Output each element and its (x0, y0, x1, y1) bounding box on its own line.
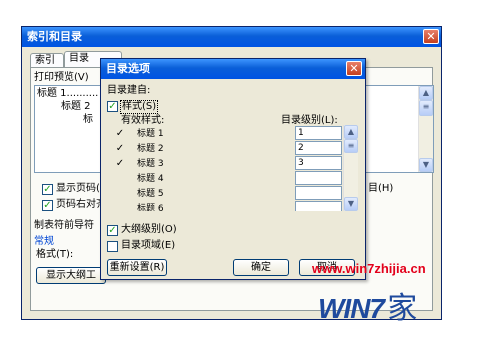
styles-checkbox-label: 样式(S) (120, 100, 159, 114)
style-name: 标题 2 (137, 144, 164, 154)
check-icon: ✓ (115, 143, 125, 154)
ok-button[interactable]: 确定 (233, 259, 289, 276)
outline-levels-checkbox[interactable]: ✓ (107, 225, 118, 236)
reset-button[interactable]: 重新设置(R) (107, 259, 167, 276)
format-label: 格式(T): (36, 249, 74, 260)
preview-line-2: 标题 2 (61, 101, 91, 112)
print-preview-label: 打印预览(V) (34, 72, 89, 83)
style-row[interactable]: ✓ 标题 1 (115, 127, 295, 141)
watermark-logo: WIN7 家 (318, 283, 417, 327)
preview-line-3: 标 (83, 114, 93, 125)
scroll-up-icon[interactable]: ▲ (344, 125, 358, 139)
watermark-home-glyph: 家 (387, 291, 418, 326)
styles-scrollbar[interactable]: ▲ ≡ ▼ (343, 125, 358, 211)
styles-checkbox[interactable]: ✓ (107, 101, 118, 112)
dialog-title: 索引和目录 (22, 27, 441, 47)
general-section-label: 常规 (34, 236, 54, 247)
scroll-down-icon[interactable]: ▼ (344, 197, 358, 211)
toc-entry-fields-checkbox[interactable]: ✓ (107, 241, 118, 252)
watermark-url: www.win7zhijia.cn (312, 261, 426, 276)
outline-levels-label: 大纲级别(O) (121, 224, 177, 235)
tab-index[interactable]: 索引(X) (30, 53, 64, 79)
scroll-up-icon[interactable]: ▲ (419, 86, 433, 100)
options-close-icon[interactable]: ✕ (346, 61, 362, 76)
right-align-checkbox[interactable]: ✓ (42, 200, 53, 211)
show-outline-toolbar-button[interactable]: 显示大纲工 (36, 267, 106, 284)
style-row[interactable]: 标题 6 (115, 202, 295, 211)
level-input-2[interactable]: 2 (295, 141, 342, 155)
style-name: 标题 6 (137, 204, 164, 211)
toc-entry-fields-label: 目录项域(E) (121, 240, 176, 251)
style-name: 标题 1 (137, 129, 164, 139)
scroll-down-icon[interactable]: ▼ (419, 158, 433, 172)
close-icon[interactable]: ✕ (423, 29, 439, 44)
style-name: 标题 4 (137, 174, 164, 184)
toc-options-dialog: 目录选项 ✕ 目录建自: ✓ 样式(S) 有效样式: 目录级别(L): ✓ 标题… (100, 58, 366, 280)
preview-line-1: 标题 1.......... (37, 88, 99, 99)
level-input-4[interactable] (295, 171, 342, 185)
style-name: 标题 5 (137, 189, 164, 199)
level-input-3[interactable]: 3 (295, 156, 342, 170)
style-row[interactable]: 标题 5 (115, 187, 295, 201)
scroll-thumb[interactable]: ≡ (344, 139, 358, 153)
options-dialog-title: 目录选项 (101, 59, 365, 79)
scroll-thumb[interactable]: ≡ (419, 100, 433, 116)
show-page-numbers-checkbox[interactable]: ✓ (42, 184, 53, 195)
level-input-5[interactable] (295, 186, 342, 200)
style-row[interactable]: ✓ 标题 2 (115, 142, 295, 156)
show-page-numbers-label: 显示页码( (56, 183, 100, 194)
watermark-win7-text: WIN7 (318, 293, 385, 324)
level-input-6[interactable] (295, 201, 342, 211)
style-row[interactable]: 标题 4 (115, 172, 295, 186)
hyperlink-option-label: 目(H) (368, 183, 394, 194)
level-input-1[interactable]: 1 (295, 126, 342, 140)
check-icon: ✓ (115, 128, 125, 139)
right-align-label: 页码右对齐 (56, 199, 106, 210)
tab-leader-label: 制表符前导符 (34, 220, 94, 231)
preview-scrollbar[interactable]: ▲ ≡ ▼ (418, 86, 433, 172)
build-from-label: 目录建自: (107, 85, 151, 96)
style-name: 标题 3 (137, 159, 164, 169)
style-row[interactable]: ✓ 标题 3 (115, 157, 295, 171)
styles-list: ✓ 标题 1 ✓ 标题 2 ✓ 标题 3 标题 4 标题 5 标题 6 1 2 … (115, 125, 359, 211)
check-icon: ✓ (115, 158, 125, 169)
